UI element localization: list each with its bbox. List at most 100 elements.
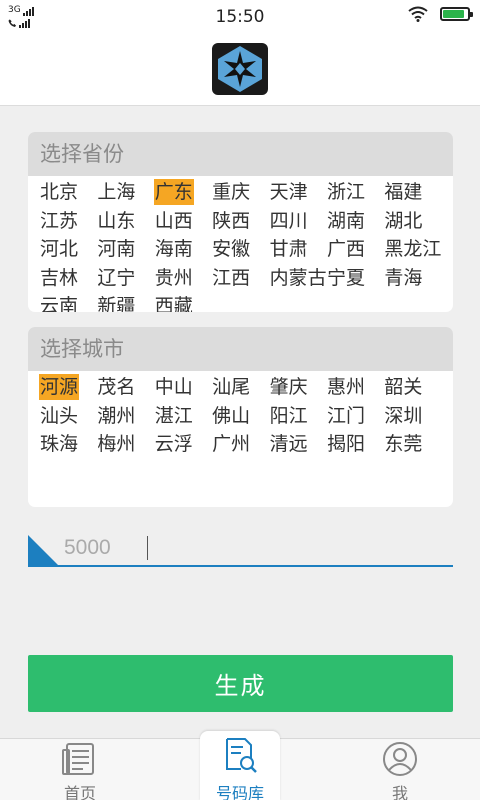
tab-number-library[interactable]: 号码库 xyxy=(200,731,280,800)
city-item[interactable]: 清远 xyxy=(269,431,326,460)
city-item-label: 河源 xyxy=(39,374,80,400)
city-item[interactable]: 东莞 xyxy=(383,431,440,460)
input-corner-icon xyxy=(28,535,58,565)
quantity-input[interactable] xyxy=(64,532,444,564)
province-item[interactable]: 河南 xyxy=(96,236,153,265)
city-item[interactable]: 梅州 xyxy=(96,431,153,460)
province-item[interactable]: 天津 xyxy=(269,179,326,208)
province-item-label: 江西 xyxy=(212,266,251,289)
battery-icon xyxy=(440,7,473,21)
province-item-label: 福建 xyxy=(384,181,423,203)
province-item[interactable]: 山西 xyxy=(154,208,211,237)
document-search-icon xyxy=(226,738,257,773)
province-item[interactable]: 辽宁 xyxy=(96,265,153,294)
province-item[interactable]: 湖北 xyxy=(383,208,440,237)
province-item[interactable]: 西藏 xyxy=(154,293,211,312)
tab-me-label: 我 xyxy=(391,784,408,800)
province-item[interactable]: 上海 xyxy=(96,179,153,208)
city-item[interactable]: 惠州 xyxy=(326,374,383,403)
city-item-label: 深圳 xyxy=(384,404,423,427)
city-item[interactable]: 广州 xyxy=(211,431,268,460)
city-item[interactable]: 湛江 xyxy=(154,403,211,432)
province-item[interactable]: 内蒙古 xyxy=(269,265,327,294)
province-item-label: 青海 xyxy=(384,266,423,289)
province-item[interactable]: 甘肃 xyxy=(269,236,326,265)
app-header xyxy=(0,32,480,106)
province-item[interactable]: 四川 xyxy=(269,208,326,237)
province-item[interactable]: 浙江 xyxy=(326,179,383,208)
city-item[interactable]: 汕尾 xyxy=(211,374,268,403)
tab-me[interactable]: 我 xyxy=(360,739,440,800)
quantity-field xyxy=(28,530,453,567)
city-item[interactable]: 汕头 xyxy=(39,403,96,432)
city-item[interactable]: 河源 xyxy=(39,374,96,403)
province-item[interactable]: 湖南 xyxy=(326,208,383,237)
city-item-label: 清远 xyxy=(269,433,308,455)
city-item[interactable]: 肇庆 xyxy=(269,374,326,403)
province-list: 北京 上海 广东 重庆 天津 浙江 福建江苏 山东 山西 陕西 四川 湖南 湖北河北 河南 海南 安徽 甘肃 广西… xyxy=(39,179,449,312)
province-item[interactable]: 青海 xyxy=(383,265,440,294)
city-item-label: 肇庆 xyxy=(269,376,308,398)
city-item[interactable]: 潮州 xyxy=(96,403,153,432)
city-panel-title: 选择城市 xyxy=(28,327,453,371)
province-item[interactable]: 贵州 xyxy=(154,265,211,294)
city-item[interactable]: 云浮 xyxy=(154,431,211,460)
province-item-label: 宁夏 xyxy=(326,266,365,289)
city-item-label: 珠海 xyxy=(40,433,79,455)
city-item-label: 揭阳 xyxy=(326,433,365,455)
province-item[interactable]: 河北 xyxy=(39,236,96,265)
city-item[interactable]: 韶关 xyxy=(383,374,440,403)
city-item-label: 汕头 xyxy=(40,404,79,427)
province-item[interactable]: 宁夏 xyxy=(326,265,383,294)
user-icon xyxy=(383,742,417,776)
province-item-label: 河南 xyxy=(97,238,136,260)
province-item[interactable]: 北京 xyxy=(39,179,96,208)
city-item-label: 韶关 xyxy=(384,376,423,398)
city-item-label: 潮州 xyxy=(97,404,136,427)
province-panel-title: 选择省份 xyxy=(28,132,453,176)
province-item[interactable]: 山东 xyxy=(96,208,153,237)
city-item-label: 汕尾 xyxy=(212,376,251,398)
province-item-label: 陕西 xyxy=(212,209,251,232)
province-item[interactable]: 安徽 xyxy=(211,236,268,265)
city-item[interactable]: 深圳 xyxy=(383,403,440,432)
province-item-label: 广西 xyxy=(326,238,365,260)
city-item[interactable]: 茂名 xyxy=(96,374,153,403)
city-item[interactable]: 江门 xyxy=(326,403,383,432)
province-item[interactable]: 黑龙江 xyxy=(383,236,441,265)
city-item[interactable]: 揭阳 xyxy=(326,431,383,460)
province-item-label: 云南 xyxy=(40,295,79,312)
generate-button[interactable]: 生成 xyxy=(28,655,453,712)
province-item[interactable]: 广西 xyxy=(326,236,383,265)
province-item-label: 上海 xyxy=(97,181,136,203)
province-item-label: 北京 xyxy=(40,181,79,203)
province-item-label: 浙江 xyxy=(326,181,365,203)
province-item-label: 海南 xyxy=(154,238,193,260)
province-panel: 选择省份 北京 上海 广东 重庆 天津 浙江 福建江苏 山东 山西 陕西 四川 湖南 湖北河北 河南 海南安… xyxy=(28,132,453,312)
city-item[interactable]: 阳江 xyxy=(269,403,326,432)
province-item[interactable]: 吉林 xyxy=(39,265,96,294)
province-item-label: 贵州 xyxy=(154,266,193,289)
province-item-label: 湖南 xyxy=(326,209,365,232)
province-item[interactable]: 新疆 xyxy=(96,293,153,312)
province-item[interactable]: 江西 xyxy=(211,265,268,294)
province-item[interactable]: 陕西 xyxy=(211,208,268,237)
province-item[interactable]: 海南 xyxy=(154,236,211,265)
tab-home-label: 首页 xyxy=(63,784,96,800)
province-item[interactable]: 福建 xyxy=(383,179,440,208)
province-item[interactable]: 云南 xyxy=(39,293,96,312)
province-item[interactable]: 重庆 xyxy=(211,179,268,208)
province-item-label: 内蒙古 xyxy=(269,266,327,289)
city-item[interactable]: 中山 xyxy=(154,374,211,403)
city-item[interactable]: 珠海 xyxy=(39,431,96,460)
province-item[interactable]: 广东 xyxy=(153,179,211,208)
text-cursor xyxy=(147,536,148,560)
tab-home[interactable]: 首页 xyxy=(40,739,120,800)
city-item-label: 阳江 xyxy=(269,404,308,427)
city-item[interactable]: 佛山 xyxy=(211,403,268,432)
city-item-label: 梅州 xyxy=(97,433,136,455)
wifi-icon xyxy=(408,6,428,22)
app-logo xyxy=(212,43,268,95)
province-item[interactable]: 江苏 xyxy=(39,208,96,237)
province-item-label: 新疆 xyxy=(97,295,136,312)
